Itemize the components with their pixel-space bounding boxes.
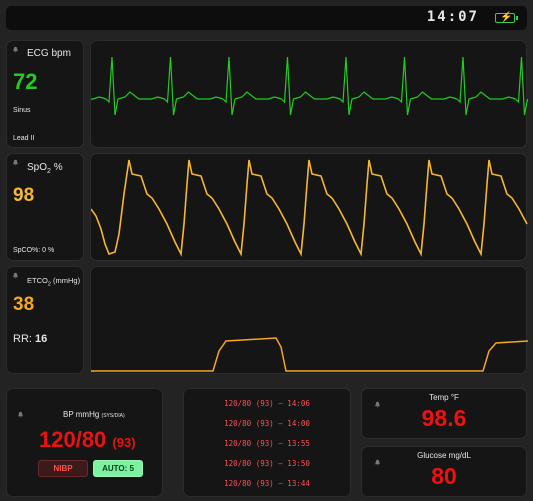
bp-panel[interactable]: BP mmHg (SYS/DIA) 120/80 (93) NIBP AUTO:…: [6, 388, 163, 497]
bell-icon[interactable]: [12, 159, 19, 166]
spo2-value: 98: [13, 185, 35, 206]
clock: 14:07: [426, 9, 479, 25]
bp-label-main: BP mmHg: [63, 410, 100, 419]
spo2-label-unit: %: [50, 162, 63, 173]
bp-mean: (93): [112, 435, 136, 450]
spo2-label: SpO2 %: [27, 162, 63, 175]
lead-label: Lead II: [13, 135, 35, 142]
glucose-value: 80: [431, 463, 457, 489]
ecg-label: ECG bpm: [27, 48, 71, 59]
ecg-waveform: [91, 56, 528, 116]
spo2-label-main: SpO: [27, 162, 48, 173]
bell-icon[interactable]: [12, 272, 19, 279]
nibp-button[interactable]: NIBP: [38, 460, 88, 477]
heart-rate-value: 72: [13, 69, 38, 94]
battery-charging-icon: ⚡: [495, 12, 518, 23]
rr-label: RR:: [13, 333, 32, 345]
temp-label: Temp °F: [429, 393, 459, 402]
ecg-waveform-panel: [90, 40, 528, 148]
etco2-numeric-panel[interactable]: ETCO2 (mmHg) 38 RR: 16: [6, 266, 84, 374]
nibp-history-panel[interactable]: 120/80 (93) — 14:06 120/80 (93) — 14:00 …: [183, 388, 351, 497]
capnography-waveform: [91, 337, 528, 372]
history-row: 120/80 (93) — 14:06: [224, 399, 310, 408]
spo2-numeric-panel[interactable]: SpO2 % 98 SpCO%: 0 %: [6, 153, 84, 261]
etco2-label: ETCO2 (mmHg): [27, 276, 80, 288]
rr-readout: RR: 16: [13, 333, 47, 345]
history-row: 120/80 (93) — 13:44: [224, 479, 310, 488]
pleth-waveform: [91, 159, 528, 257]
temp-value: 98.6: [421, 405, 467, 431]
etco2-label-main: ETCO: [27, 276, 48, 285]
glucose-panel[interactable]: Glucose mg/dL 80: [361, 446, 527, 497]
bp-label-sub: (SYS/DIA): [101, 413, 125, 419]
etco2-value: 38: [13, 294, 35, 315]
spco-label: SpCO%: 0 %: [13, 247, 55, 254]
auto-interval-button[interactable]: AUTO: 5: [93, 460, 143, 477]
history-row: 120/80 (93) — 14:00: [224, 419, 310, 428]
rhythm-label: Sinus: [13, 107, 31, 114]
spo2-waveform-panel: [90, 153, 528, 261]
bp-value: 120/80 (93): [39, 427, 136, 453]
ecg-numeric-panel[interactable]: ECG bpm 72 Sinus Lead II: [6, 40, 84, 148]
etco2-waveform-panel: [90, 266, 528, 374]
bp-label: BP mmHg (SYS/DIA): [63, 410, 125, 419]
history-row: 120/80 (93) — 13:50: [224, 459, 310, 468]
temp-panel[interactable]: Temp °F 98.6: [361, 388, 527, 439]
glucose-label: Glucose mg/dL: [417, 451, 471, 460]
history-row: 120/80 (93) — 13:55: [224, 439, 310, 448]
bell-icon[interactable]: [17, 411, 24, 418]
etco2-label-unit: (mmHg): [50, 276, 81, 285]
status-bar: 14:07 ⚡: [6, 6, 527, 30]
bp-sys-dia: 120/80: [39, 427, 107, 452]
bell-icon[interactable]: [12, 46, 19, 53]
rr-value: 16: [35, 333, 48, 345]
